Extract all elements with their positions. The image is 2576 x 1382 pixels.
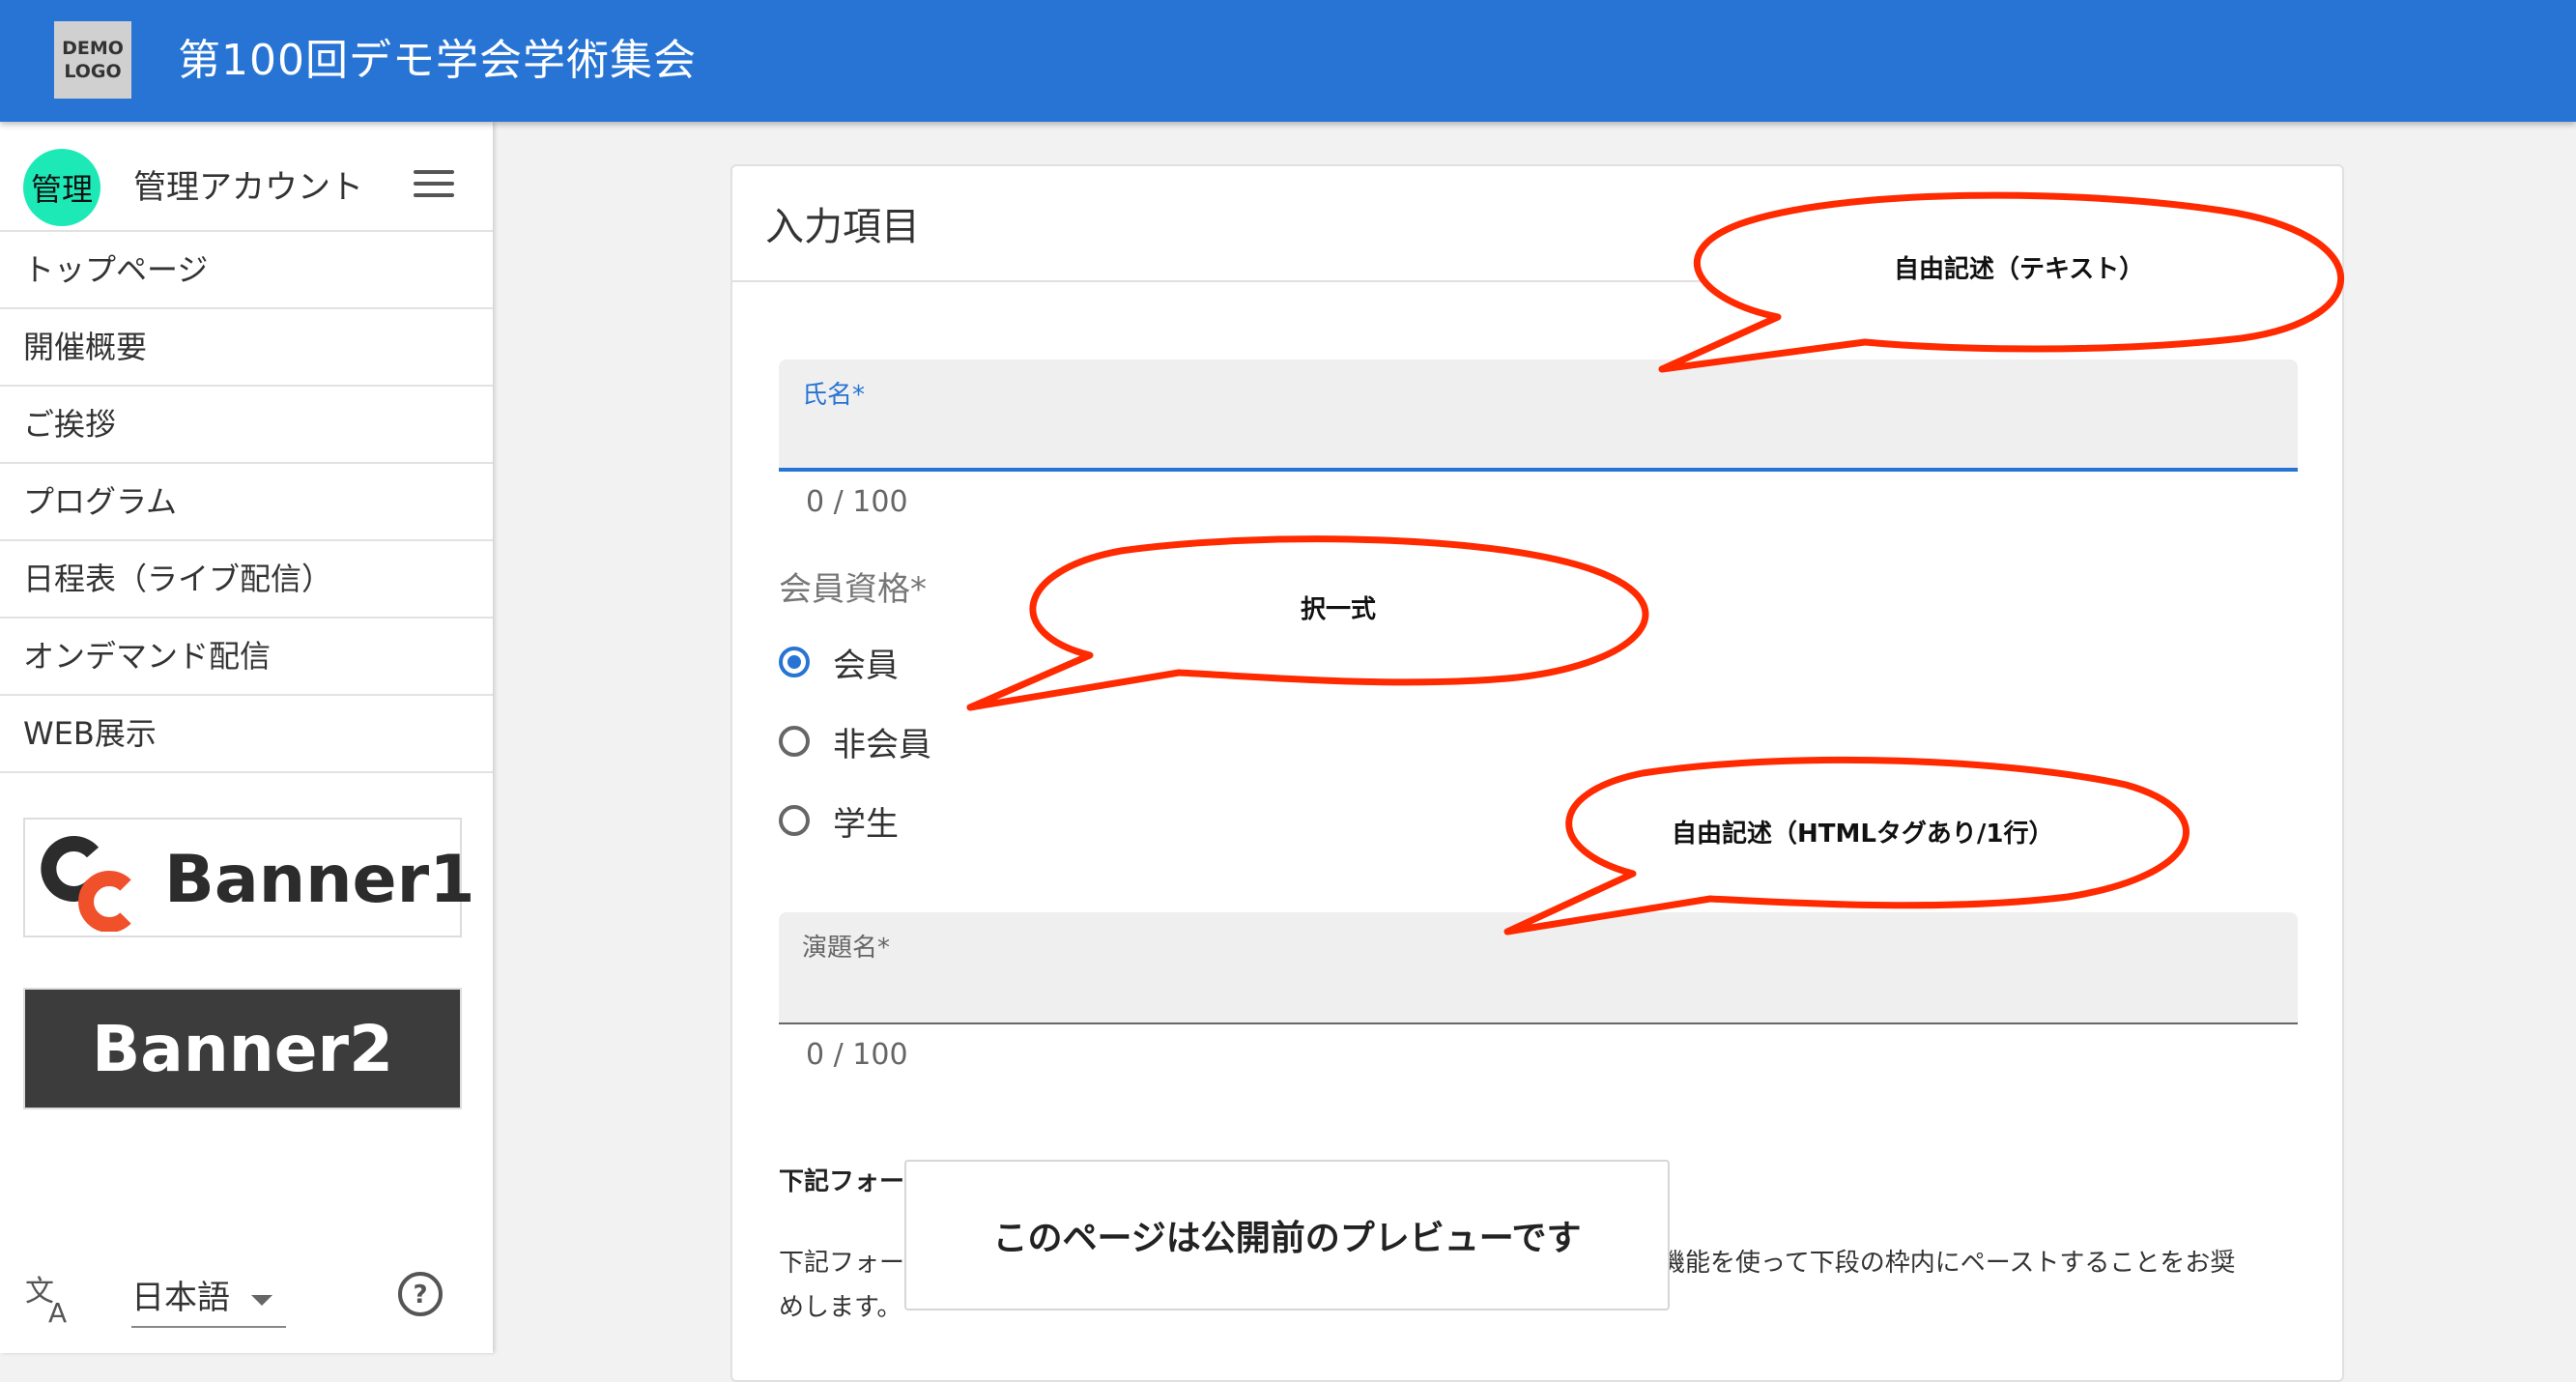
sidebar-item-schedule-live[interactable]: 日程表（ライブ配信） <box>0 541 493 619</box>
chevron-down-icon <box>251 1295 272 1306</box>
radio-option-label: 学生 <box>833 804 899 844</box>
radio-checked-icon[interactable] <box>779 647 810 677</box>
presentation-title-input[interactable]: 演題名* <box>779 912 2298 1024</box>
banner-2[interactable]: Banner2 <box>23 988 462 1109</box>
membership-label: 会員資格* <box>779 570 927 609</box>
sidebar-item-on-demand[interactable]: オンデマンド配信 <box>0 619 493 696</box>
language-select-value: 日本語 <box>131 1279 230 1317</box>
preview-notice: このページは公開前のプレビューです <box>904 1160 1670 1310</box>
radio-option-non-member[interactable]: 非会員 <box>779 717 931 765</box>
app-header: DEMO LOGO 第100回デモ学会学術集会 <box>0 0 2576 122</box>
radio-option-member[interactable]: 会員 <box>779 638 899 686</box>
svg-text:A: A <box>48 1297 67 1326</box>
logo-line-2: LOGO <box>64 61 122 82</box>
description-text-middle: 機能を使って下段の枠内にペーストすることをお奨 <box>1660 1249 2236 1278</box>
account-name: 管理アカウント <box>133 168 363 207</box>
name-char-counter: 0 / 100 <box>806 485 908 519</box>
radio-option-student[interactable]: 学生 <box>779 796 899 845</box>
site-logo[interactable]: DEMO LOGO <box>54 21 131 99</box>
sidebar-item-overview[interactable]: 開催概要 <box>0 309 493 387</box>
hamburger-menu-icon[interactable] <box>414 170 454 203</box>
radio-unchecked-icon[interactable] <box>779 726 810 757</box>
banner-1[interactable]: Banner1 <box>23 818 475 937</box>
section-heading: 下記フォー <box>779 1167 905 1196</box>
sidebar-item-greeting[interactable]: ご挨拶 <box>0 387 493 464</box>
name-input-label: 氏名* <box>802 381 866 410</box>
title-char-counter: 0 / 100 <box>806 1038 908 1072</box>
cc-logo-icon <box>41 836 131 932</box>
presentation-title-label: 演題名* <box>802 934 891 963</box>
help-icon[interactable]: ? <box>396 1270 444 1318</box>
description-text-start: 下記フォー <box>779 1249 905 1278</box>
sidebar-item-top[interactable]: トップページ <box>0 232 493 309</box>
translate-icon[interactable]: 文 A <box>23 1272 77 1326</box>
sidebar-item-program[interactable]: プログラム <box>0 464 493 541</box>
account-row: 管理 管理アカウント <box>0 122 493 232</box>
radio-unchecked-icon[interactable] <box>779 805 810 836</box>
radio-option-label: 会員 <box>833 646 899 685</box>
avatar[interactable]: 管理 <box>23 149 100 226</box>
sidebar-nav: トップページ 開催概要 ご挨拶 プログラム 日程表（ライブ配信） オンデマンド配… <box>0 232 493 773</box>
description-text-end: めします。 <box>779 1293 902 1322</box>
radio-option-label: 非会員 <box>833 725 931 764</box>
banner-1-text: Banner1 <box>164 842 475 918</box>
callout-text-choice: 択一式 <box>1301 595 1377 624</box>
card-title: 入力項目 <box>765 205 920 249</box>
svg-text:?: ? <box>413 1281 427 1310</box>
sidebar-item-web-exhibit[interactable]: WEB展示 <box>0 696 493 773</box>
callout-text-html: 自由記述（HTMLタグあり/1行） <box>1672 820 2054 849</box>
callout-text-free-text: 自由記述（テキスト） <box>1894 255 2145 284</box>
logo-line-1: DEMO <box>62 38 124 59</box>
sidebar: 管理 管理アカウント トップページ 開催概要 ご挨拶 プログラム 日程表（ライブ… <box>0 122 493 1353</box>
language-select[interactable]: 日本語 <box>131 1274 286 1328</box>
site-title: 第100回デモ学会学術集会 <box>178 36 697 85</box>
name-input[interactable]: 氏名* <box>779 360 2298 472</box>
